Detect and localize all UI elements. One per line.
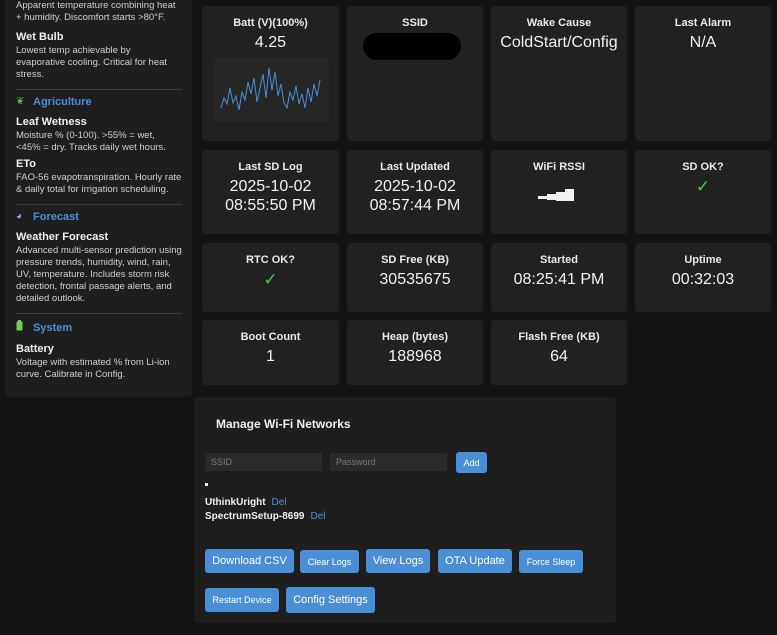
battery-icon [16,320,28,335]
tile-last-sd-log: Last SD Log 2025-10-02 08:55:50 PM [202,150,339,234]
tile-wifi-rssi: WiFi RSSI [491,150,627,234]
tile-flash-free: Flash Free (KB) 64 [491,320,627,385]
battery-title: Battery [16,343,54,355]
tile-sd-ok-label: SD OK? [682,161,724,173]
redacted-ssid [363,33,461,60]
network-row: SpectrumSetup-8699 Del [205,511,326,522]
tile-started-label: Started [540,254,578,266]
tile-last-sd-log-label: Last SD Log [238,161,303,173]
section-forecast-label: Forecast [33,211,79,223]
tile-last-sd-log-time: 08:55:50 PM [225,197,316,214]
bullet-icon [205,483,208,486]
tile-sd-free: SD Free (KB) 30535675 [347,243,483,312]
add-network-button[interactable]: Add [456,452,487,473]
section-agriculture: ❦ Agriculture [16,96,182,108]
divider [16,313,182,314]
wet-bulb-title: Wet Bulb [16,31,64,43]
divider [16,89,182,90]
tile-last-updated: Last Updated 2025-10-02 08:57:44 PM [347,150,483,234]
tile-sd-free-label: SD Free (KB) [381,254,449,266]
section-system-label: System [33,321,73,334]
wifi-manager-title: Manage Wi-Fi Networks [216,417,351,431]
tile-started-value: 08:25:41 PM [513,271,605,288]
tile-last-alarm: Last Alarm N/A [635,6,771,141]
leaf-wetness-desc: Moisture % (0-100). >55% = wet, <45% = d… [16,130,166,153]
signal-bars-icon [538,188,582,207]
ssid-input[interactable] [205,453,322,471]
battery-sparkline [213,58,329,122]
tile-last-updated-time: 08:57:44 PM [369,197,461,214]
crystal-ball-icon: ◕ [16,211,23,222]
tile-last-updated-label: Last Updated [380,161,450,173]
section-agriculture-label: Agriculture [33,96,92,108]
divider [16,204,182,205]
eto-title: ETo [16,158,36,170]
tile-wake-cause: Wake Cause ColdStart/Config [491,6,627,141]
tile-uptime-value: 00:32:03 [671,271,735,288]
wifi-manager-panel: Manage Wi-Fi Networks Add UthinkUright De… [194,397,616,623]
network-row: UthinkUright Del [205,497,287,508]
tile-flash-free-value: 64 [550,348,568,365]
download-csv-button[interactable]: Download CSV [205,549,294,573]
network-ssid: UthinkUright [205,497,266,508]
tile-started: Started 08:25:41 PM [491,243,627,312]
force-sleep-button[interactable]: Force Sleep [519,550,583,573]
tile-sd-free-value: 30535675 [379,271,451,288]
tile-wifi-rssi-label: WiFi RSSI [533,161,585,173]
battery-desc: Voltage with estimated % from Li-ion cur… [16,357,170,380]
delete-network-link[interactable]: Del [272,497,287,508]
tile-boot-count: Boot Count 1 [202,320,339,385]
section-forecast: ◕ Forecast [16,211,182,223]
tile-uptime-label: Uptime [684,254,722,266]
tile-uptime: Uptime 00:32:03 [635,243,771,312]
tile-flash-free-label: Flash Free (KB) [518,331,600,343]
password-input[interactable] [330,453,447,471]
tile-last-alarm-label: Last Alarm [674,17,732,29]
tile-rtc-ok: RTC OK? ✓ [202,243,339,312]
eto-desc: FAO-56 evapotranspiration. Hourly rate &… [16,172,182,195]
weather-forecast-title: Weather Forecast [16,231,109,243]
section-system: System [16,320,182,335]
tile-last-alarm-value: N/A [689,34,717,51]
check-icon: ✓ [263,270,278,289]
tile-sd-ok: SD OK? ✓ [635,150,771,234]
clear-logs-button[interactable]: Clear Logs [300,550,359,573]
tile-ssid: SSID [347,6,483,141]
heat-index-desc: Apparent temperature combining heat + hu… [16,0,176,23]
restart-device-button[interactable]: Restart Device [205,588,279,612]
tile-battery-value: 4.25 [254,34,287,51]
tile-wake-cause-value: ColdStart/Config [500,34,618,51]
leaf-wetness-title: Leaf Wetness [16,116,87,128]
wet-bulb-desc: Lowest temp achievable by evaporative co… [16,45,168,80]
tile-last-sd-log-date: 2025-10-02 [229,178,312,195]
tile-last-updated-date: 2025-10-02 [374,178,456,195]
config-settings-button[interactable]: Config Settings [286,587,375,613]
check-icon: ✓ [695,177,711,196]
view-logs-button[interactable]: View Logs [366,549,430,573]
sidebar-help-panel: Apparent temperature combining heat + hu… [5,0,192,397]
tile-heap-value: 188968 [388,348,442,365]
tile-rtc-ok-label: RTC OK? [246,254,295,266]
tile-heap: Heap (bytes) 188968 [347,320,483,385]
leaf-icon: ❦ [16,96,25,107]
tile-ssid-label: SSID [402,17,428,29]
tile-boot-count-label: Boot Count [240,331,301,343]
weather-forecast-desc: Advanced multi-sensor prediction using p… [16,245,182,304]
tile-battery-label: Batt (V)(100%) [233,17,308,29]
tile-wake-cause-label: Wake Cause [526,17,592,29]
network-ssid: SpectrumSetup-8699 [205,511,305,522]
delete-network-link[interactable]: Del [310,511,325,522]
ota-update-button[interactable]: OTA Update [438,549,512,573]
tile-heap-label: Heap (bytes) [381,331,449,343]
tile-boot-count-value: 1 [266,348,275,365]
tile-battery: Batt (V)(100%) 4.25 [202,6,339,141]
